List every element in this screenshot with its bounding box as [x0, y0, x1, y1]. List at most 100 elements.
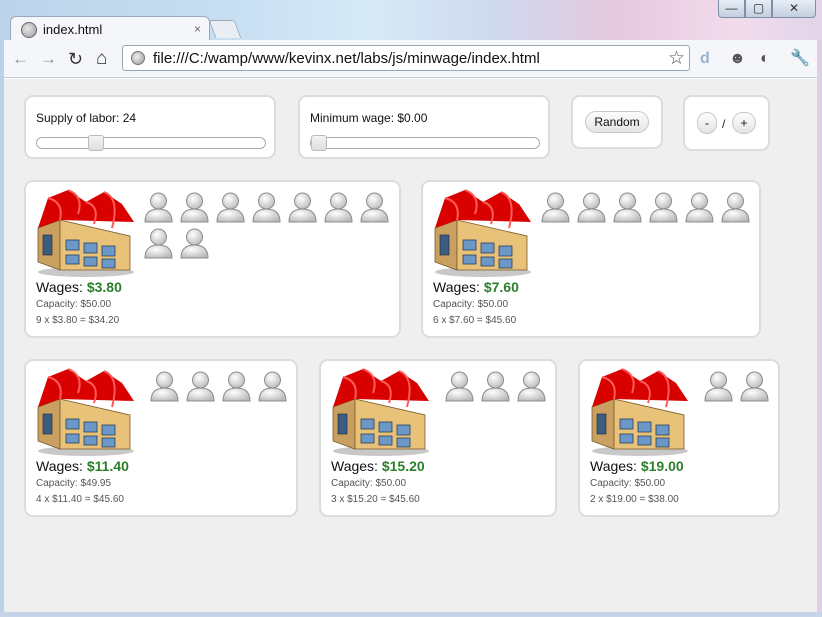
minimize-button[interactable]: — [718, 0, 745, 18]
worker-icon [721, 192, 750, 223]
wages-line: Wages: $15.20 [331, 458, 425, 474]
worker-icon [360, 192, 389, 223]
home-icon[interactable]: ⌂ [96, 49, 107, 69]
wages-line: Wages: $3.80 [36, 279, 122, 295]
bookmark-star-icon[interactable]: ☆ [668, 47, 685, 70]
worker-icon [649, 192, 678, 223]
page-icon [131, 51, 145, 65]
wage-value: $7.60 [483, 279, 519, 295]
wages-line: Wages: $7.60 [433, 279, 519, 295]
minwage-slider[interactable] [310, 135, 540, 151]
worker-icon [252, 192, 281, 223]
formula-text: 6 x $7.60 = $45.60 [433, 315, 517, 326]
minwage-panel: Minimum wage: $0.00 [298, 95, 550, 159]
tab-title: index.html [43, 22, 103, 37]
globe-icon [21, 21, 37, 38]
worker-icon [445, 371, 474, 402]
worker-icon [288, 192, 317, 223]
workers-list [702, 369, 778, 402]
workers-list [443, 369, 555, 402]
worker-icon [740, 371, 769, 402]
capacity-text: Capacity: $50.00 [36, 299, 112, 310]
worker-icon [180, 228, 209, 259]
extension-d-icon[interactable]: d [700, 49, 710, 69]
maximize-button[interactable]: ▢ [745, 0, 772, 18]
plus-button[interactable]: + [732, 112, 756, 134]
factory-icon [37, 189, 134, 277]
workers-list [539, 190, 759, 223]
wages-line: Wages: $19.00 [590, 458, 684, 474]
worker-icon [577, 192, 606, 223]
window-frame-bottom [0, 612, 822, 617]
extension-ghost-icon[interactable]: ☻ [729, 49, 746, 69]
address-bar[interactable]: file:///C:/wamp/www/kevinx.net/labs/js/m… [122, 45, 690, 71]
worker-icon [704, 371, 733, 402]
wage-value: $3.80 [86, 279, 122, 295]
window-controls: — ▢ ✕ [718, 0, 816, 20]
capacity-text: Capacity: $50.00 [331, 478, 407, 489]
formula-text: 3 x $15.20 = $45.60 [331, 494, 420, 505]
capacity-text: Capacity: $50.00 [433, 299, 509, 310]
url-text: file:///C:/wamp/www/kevinx.net/labs/js/m… [153, 49, 540, 67]
supply-slider[interactable] [36, 135, 266, 151]
worker-icon [613, 192, 642, 223]
page-viewport: Supply of labor: 24 Minimum wage: $0.00 … [4, 79, 817, 612]
wage-value: $15.20 [381, 458, 425, 474]
capacity-text: Capacity: $49.95 [36, 478, 112, 489]
factory-card-3: Wages: $11.40 Capacity: $49.95 4 x $11.4… [24, 359, 298, 517]
worker-icon [186, 371, 215, 402]
minwage-slider-thumb[interactable] [311, 135, 327, 151]
wage-value: $19.00 [640, 458, 684, 474]
supply-panel: Supply of labor: 24 [24, 95, 276, 159]
wages-line: Wages: $11.40 [36, 458, 129, 474]
supply-label: Supply of labor: 24 [36, 111, 137, 125]
window-frame-right [817, 40, 822, 617]
worker-icon [324, 192, 353, 223]
worker-icon [541, 192, 570, 223]
factory-card-1: Wages: $3.80 Capacity: $50.00 9 x $3.80 … [24, 180, 401, 338]
factory-icon [591, 368, 688, 456]
formula-text: 2 x $19.00 = $38.00 [590, 494, 679, 505]
minus-button[interactable]: - [697, 112, 717, 134]
workers-list [148, 369, 296, 402]
factory-icon [434, 189, 531, 277]
extension-circle-icon[interactable]: ◐ [760, 49, 770, 69]
worker-icon [216, 192, 245, 223]
browser-tab[interactable]: index.html × [10, 16, 210, 42]
worker-icon [517, 371, 546, 402]
forward-arrow-icon[interactable]: → [40, 49, 57, 69]
capacity-text: Capacity: $50.00 [590, 478, 666, 489]
worker-icon [180, 192, 209, 223]
wages-label: Wages: [36, 458, 83, 474]
random-button[interactable]: Random [585, 111, 649, 133]
step-separator: / [722, 117, 726, 131]
workers-list [142, 190, 396, 259]
worker-icon [481, 371, 510, 402]
close-window-button[interactable]: ✕ [772, 0, 816, 18]
wage-value: $11.40 [86, 458, 129, 474]
worker-icon [144, 192, 173, 223]
wages-label: Wages: [433, 279, 480, 295]
minwage-label: Minimum wage: $0.00 [310, 111, 428, 125]
worker-icon [144, 228, 173, 259]
factory-card-4: Wages: $15.20 Capacity: $50.00 3 x $15.2… [319, 359, 557, 517]
wrench-icon[interactable]: 🔧 [790, 49, 810, 69]
worker-icon [258, 371, 287, 402]
browser-toolbar: ← → ↻ ⌂ file:///C:/wamp/www/kevinx.net/l… [0, 40, 822, 78]
random-panel: Random [571, 95, 663, 149]
factory-icon [332, 368, 429, 456]
wages-label: Wages: [590, 458, 637, 474]
step-panel: - / + [683, 95, 770, 151]
tab-close-icon[interactable]: × [194, 22, 201, 36]
wages-label: Wages: [36, 279, 83, 295]
factory-card-2: Wages: $7.60 Capacity: $50.00 6 x $7.60 … [421, 180, 761, 338]
back-arrow-icon[interactable]: ← [12, 49, 29, 69]
reload-icon[interactable]: ↻ [68, 49, 83, 69]
worker-icon [685, 192, 714, 223]
factory-card-5: Wages: $19.00 Capacity: $50.00 2 x $19.0… [578, 359, 780, 517]
supply-slider-thumb[interactable] [88, 135, 104, 151]
formula-text: 9 x $3.80 = $34.20 [36, 315, 120, 326]
factory-icon [37, 368, 134, 456]
formula-text: 4 x $11.40 = $45.60 [36, 494, 124, 505]
worker-icon [150, 371, 179, 402]
